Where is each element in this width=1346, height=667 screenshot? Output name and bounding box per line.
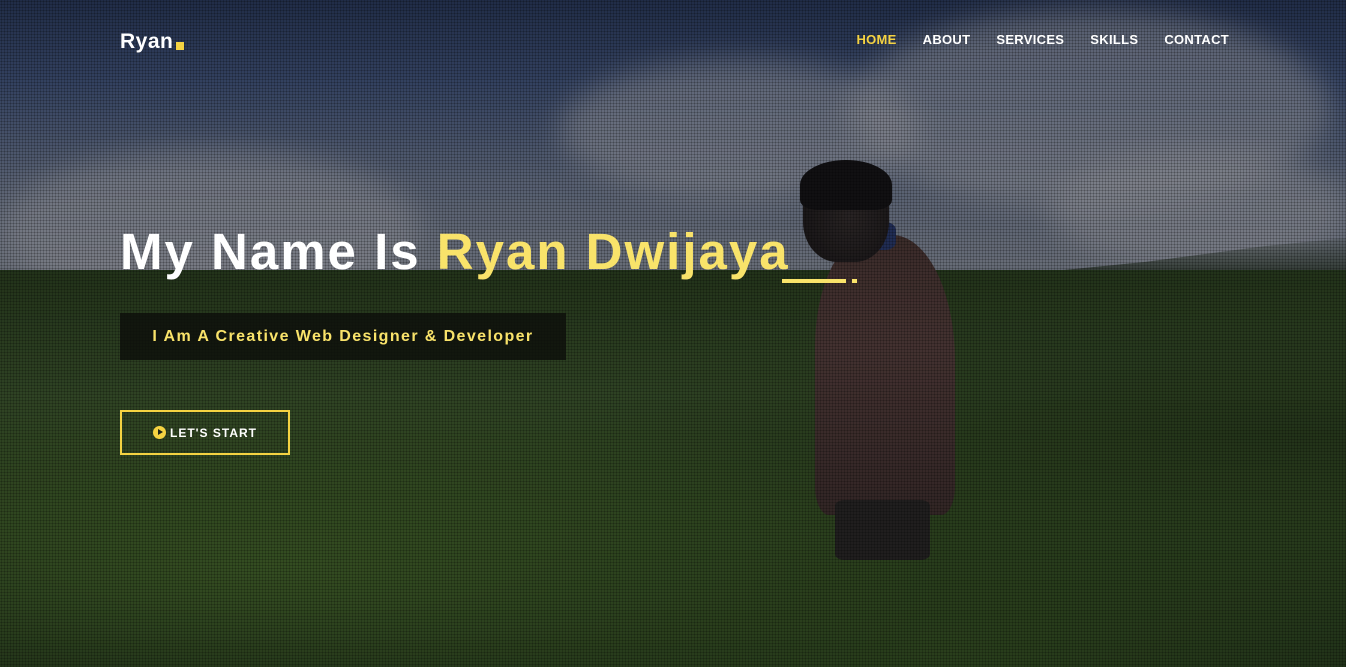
nav-item-skills[interactable]: SKILLS bbox=[1090, 32, 1138, 47]
logo-accent-square bbox=[176, 42, 185, 50]
lets-start-label: LET'S START bbox=[170, 425, 257, 440]
site-logo[interactable]: Ryan bbox=[120, 30, 185, 54]
hero-headline: My Name Is Ryan Dwijaya bbox=[120, 222, 790, 281]
headline-name: Ryan Dwijaya bbox=[436, 223, 790, 280]
hero-tagline: I Am A Creative Web Designer & Developer bbox=[120, 313, 566, 360]
nav-item-services[interactable]: SERVICES bbox=[996, 32, 1064, 47]
nav-item-contact[interactable]: CONTACT bbox=[1164, 32, 1229, 47]
tagline-text: I Am A Creative Web Designer & Developer bbox=[152, 327, 534, 345]
nav-item-about[interactable]: ABOUT bbox=[923, 32, 971, 47]
headline-prefix: My Name Is bbox=[120, 223, 437, 280]
typing-cursor-dot bbox=[852, 279, 857, 283]
typing-cursor-underline bbox=[782, 279, 846, 283]
nav-item-home[interactable]: HOME bbox=[856, 32, 896, 47]
logo-text: Ryan bbox=[120, 30, 174, 53]
play-circle-icon bbox=[153, 426, 167, 439]
lets-start-button[interactable]: LET'S START bbox=[120, 410, 290, 455]
main-nav: HOME ABOUT SERVICES SKILLS CONTACT bbox=[856, 32, 1229, 47]
